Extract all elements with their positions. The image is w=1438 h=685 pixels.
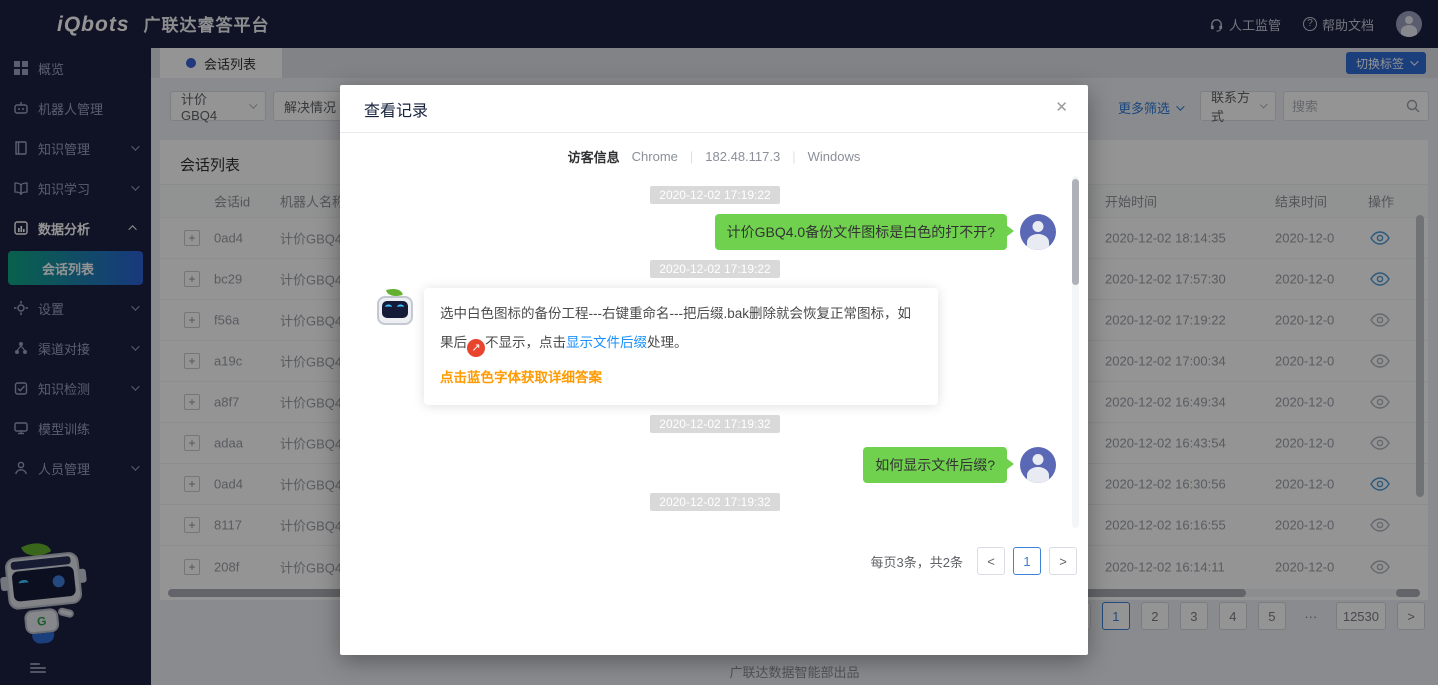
bot-message-row: 选中白色图标的备份工程---右键重命名---把后缀.bak删除就会恢复正常图标，… <box>374 288 1056 405</box>
chat-history: 2020-12-02 17:19:22 计价GBQ4.0备份文件图标是白色的打不… <box>340 174 1088 536</box>
chat-scrollbar-thumb[interactable] <box>1072 179 1079 285</box>
timestamp-badge: 2020-12-02 17:19:22 <box>650 260 779 278</box>
page-size-summary: 每页3条，共2条 <box>871 552 963 571</box>
user-message-row: 如何显示文件后缀? <box>374 447 1056 483</box>
visitor-label: 访客信息 <box>568 147 620 166</box>
user-message-bubble: 计价GBQ4.0备份文件图标是白色的打不开? <box>715 214 1007 250</box>
timestamp-badge: 2020-12-02 17:19:22 <box>650 186 779 204</box>
visitor-avatar <box>1020 447 1056 483</box>
modal-prev-page-button[interactable]: < <box>977 547 1005 575</box>
user-message-bubble: 如何显示文件后缀? <box>863 447 1007 483</box>
visitor-avatar <box>1020 214 1056 250</box>
view-record-modal: 查看记录 ✕ 访客信息 Chrome | 182.48.117.3 | Wind… <box>340 85 1088 655</box>
modal-title: 查看记录 <box>364 97 428 121</box>
redirect-arrow-icon: ↗ <box>467 339 485 357</box>
bot-message-card: 选中白色图标的备份工程---右键重命名---把后缀.bak删除就会恢复正常图标，… <box>424 288 938 405</box>
modal-pagination: 每页3条，共2条 < 1 > <box>871 547 1077 575</box>
visitor-ip: 182.48.117.3 <box>705 149 780 164</box>
timestamp-badge: 2020-12-02 17:19:32 <box>650 415 779 433</box>
modal-header: 查看记录 ✕ <box>340 85 1088 133</box>
screen: iQbots 广联达睿答平台 人工监管 ? 帮助文档 概览 机器人管理 知 <box>0 0 1438 685</box>
show-file-extension-link[interactable]: 显示文件后缀 <box>566 335 647 350</box>
modal-page-button-1[interactable]: 1 <box>1013 547 1041 575</box>
chat-scrollbar <box>1072 176 1079 528</box>
modal-next-page-button[interactable]: > <box>1049 547 1077 575</box>
visitor-os: Windows <box>808 149 861 164</box>
bot-avatar <box>374 288 416 330</box>
visitor-browser: Chrome <box>632 149 678 164</box>
timestamp-badge: 2020-12-02 17:19:32 <box>650 493 779 511</box>
user-message-row: 计价GBQ4.0备份文件图标是白色的打不开? <box>374 214 1056 250</box>
close-icon[interactable]: ✕ <box>1055 98 1068 116</box>
bot-note: 点击蓝色字体获取详细答案 <box>440 363 922 392</box>
visitor-info: 访客信息 Chrome | 182.48.117.3 | Windows <box>340 147 1088 166</box>
